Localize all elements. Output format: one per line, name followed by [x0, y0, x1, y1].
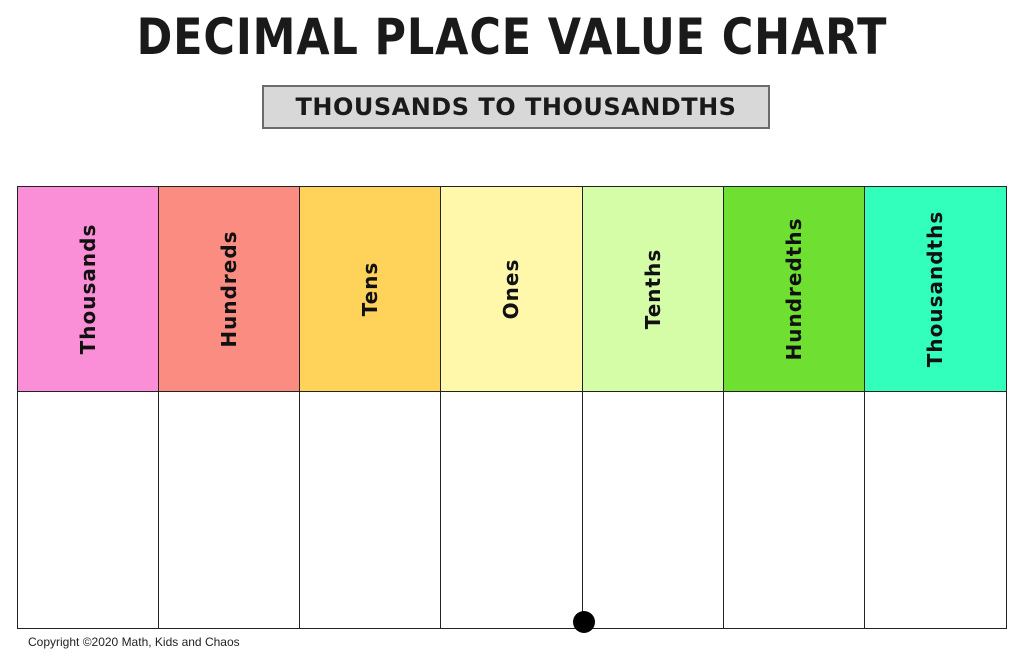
subtitle-text: THOUSANDS TO THOUSANDTHS [295, 93, 737, 121]
column-header-hundredths: Hundredths [723, 187, 865, 392]
value-cell-tenths[interactable] [583, 392, 724, 628]
column-label: Tens [358, 261, 383, 317]
decimal-point-dot [573, 611, 595, 633]
column-label: Hundredths [781, 217, 806, 361]
value-cell-hundreds[interactable] [159, 392, 301, 628]
page-title: DECIMAL PLACE VALUE CHART [136, 8, 888, 66]
column-label: Tenths [640, 248, 665, 330]
place-value-chart: Thousands Hundreds Tens Ones Tenths Hund… [17, 186, 1007, 629]
column-label: Thousands [76, 223, 101, 355]
column-header-hundreds: Hundreds [159, 187, 301, 392]
column-header-thousandths: Thousandths [864, 187, 1006, 392]
column-header-thousands: Thousands [18, 187, 160, 392]
column-label: Hundreds [217, 230, 242, 348]
value-cell-ones[interactable] [441, 392, 583, 628]
column-header-tens: Tens [300, 187, 442, 392]
column-header-ones: Ones [441, 187, 583, 392]
column-label: Thousandths [923, 210, 948, 368]
column-label: Ones [499, 258, 524, 320]
value-cell-tens[interactable] [300, 392, 442, 628]
copyright-text: Copyright ©2020 Math, Kids and Chaos [28, 635, 240, 649]
column-header-tenths: Tenths [582, 187, 724, 392]
value-cell-thousands[interactable] [18, 392, 160, 628]
value-cell-thousandths[interactable] [865, 392, 1006, 628]
value-cell-hundredths[interactable] [724, 392, 865, 628]
subtitle-banner: THOUSANDS TO THOUSANDTHS [262, 85, 770, 129]
